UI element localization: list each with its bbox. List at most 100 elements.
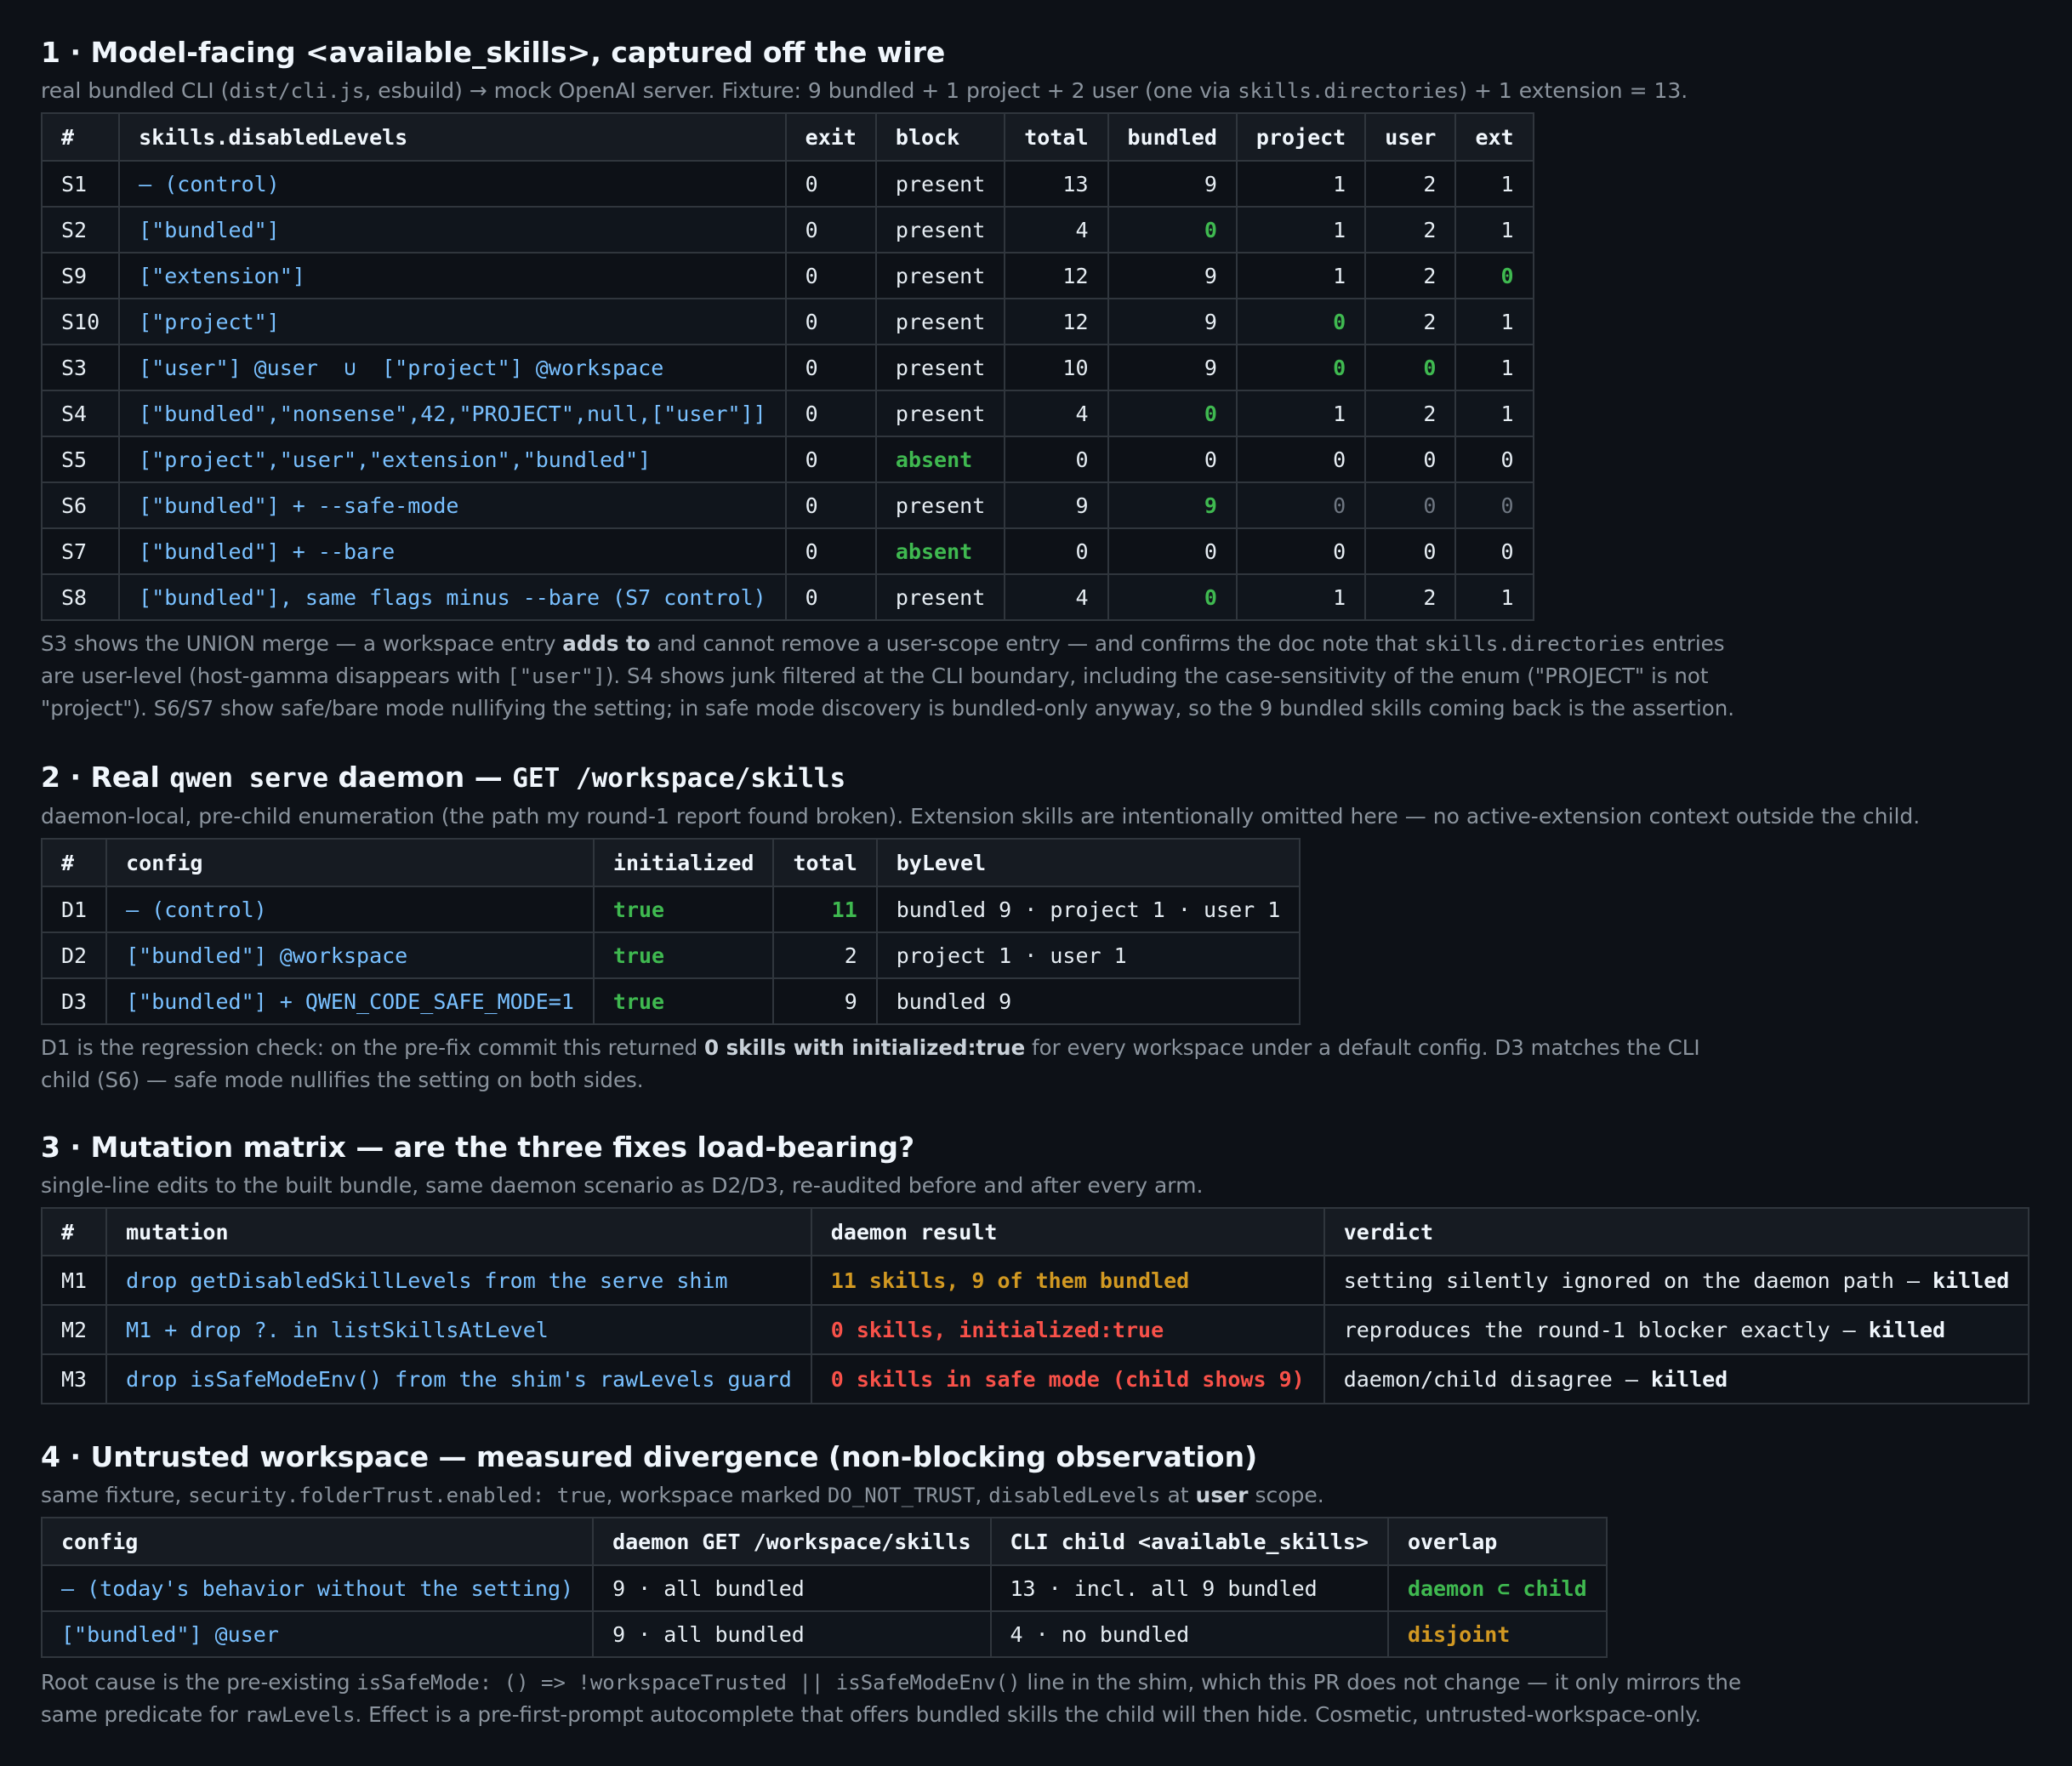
verdict-cell: daemon/child disagree – killed — [1323, 1353, 2030, 1404]
table-cell: S10 — [40, 298, 121, 345]
table-cell: ["user"] @user ∪ ["project"] @workspace — [118, 344, 787, 391]
sub-text: , esbuild) → mock OpenAI server. Fixture… — [364, 78, 1238, 103]
table-cell: ["bundled"] — [118, 206, 787, 254]
col-header: daemon result — [810, 1207, 1325, 1256]
table-header-row: # skills.disabledLevels exit block total… — [40, 112, 1534, 162]
title-text: 2 · Real — [41, 761, 170, 794]
table-cell: 9 — [1107, 252, 1238, 299]
table-row: S6 ["bundled"] + --safe-mode 0 present 9 9 0 0 0 — [40, 481, 1534, 529]
table-cell: absent — [874, 436, 1006, 483]
table-cell: ["bundled"] @workspace — [105, 931, 595, 979]
col-header: config — [40, 1517, 595, 1566]
section-1-subtitle: real bundled CLI (dist/cli.js, esbuild) … — [41, 77, 2031, 105]
table-cell: D3 — [40, 977, 108, 1025]
table-cell: present — [874, 481, 1006, 529]
table-row: M1 drop getDisabledSkillLevels from the s… — [40, 1255, 2030, 1306]
note-code: ["user"] — [507, 664, 606, 688]
section-3-subtitle: single-line edits to the built bundle, s… — [41, 1173, 1204, 1198]
table-cell: 13 · incl. all 9 bundled — [989, 1564, 1389, 1612]
table-cell: 1 — [1454, 298, 1534, 345]
table-row: S1– (control) 0 present 13 9 1 2 1 — [40, 160, 1534, 208]
note-text: S3 shows the UNION merge — a workspace e… — [41, 631, 563, 656]
section-daemon: 2 · Real qwen serve daemon — GET /worksp… — [40, 759, 2031, 1097]
col-header: byLevel — [875, 838, 1301, 887]
table-cell: bundled 9 — [875, 977, 1301, 1025]
table-cell: – (control) — [118, 160, 787, 208]
table-cell: S3 — [40, 344, 121, 391]
table-header-row: # config initialized total byLevel — [40, 838, 1301, 887]
table-cell: 0 — [1235, 344, 1367, 391]
table-cell: disjoint — [1386, 1610, 1608, 1658]
table-cell: 2 — [1364, 390, 1457, 437]
table-cell: 0 — [784, 160, 877, 208]
table-cell: S7 — [40, 527, 121, 575]
table-cell: 2 — [1364, 298, 1457, 345]
table-row: M3 drop isSafeModeEnv() from the shim's r… — [40, 1353, 2030, 1404]
sub-code: security.folderTrust.enabled: true — [188, 1484, 606, 1507]
table-cell: ["bundled"] @user — [40, 1610, 595, 1658]
table-cell: 4 · no bundled — [989, 1610, 1389, 1658]
table-cell: 0 — [1107, 573, 1238, 621]
section-2-title: 2 · Real qwen serve daemon — GET /worksp… — [41, 759, 2031, 797]
sub-text: scope. — [1248, 1483, 1324, 1507]
table-cell: present — [874, 160, 1006, 208]
sub-text: at — [1160, 1483, 1196, 1507]
table-cell: 9 — [772, 977, 878, 1025]
table-cell: 0 — [1107, 527, 1238, 575]
table-cell: 12 — [1004, 252, 1109, 299]
table-cell: S6 — [40, 481, 121, 529]
sub-code: DO_NOT_TRUST — [827, 1484, 976, 1507]
table-cell: 2 — [1364, 252, 1457, 299]
table-cell: 0 — [784, 344, 877, 391]
section-1-note: S3 shows the UNION merge — a workspace e… — [41, 628, 1742, 725]
table-cell: 0 — [784, 298, 877, 345]
section-2-subtitle: daemon-local, pre-child enumeration (the… — [41, 804, 1921, 829]
col-header: mutation — [105, 1207, 812, 1256]
section-untrusted: 4 · Untrusted workspace — measured diver… — [40, 1438, 2031, 1731]
note-code: rawLevels — [244, 1703, 356, 1727]
table-cell: 0 — [784, 390, 877, 437]
verdict-cell: setting silently ignored on the daemon p… — [1323, 1255, 2030, 1306]
col-header: total — [1004, 112, 1109, 162]
table-cell: true — [592, 931, 775, 979]
table-cell: 0 — [1235, 298, 1367, 345]
table-cell: 9 — [1107, 298, 1238, 345]
table-row: S8 ["bundled"], same flags minus --bare (… — [40, 573, 1534, 621]
col-header: skills.disabledLevels — [118, 112, 787, 162]
table-cell: true — [592, 977, 775, 1025]
table-cell: bundled 9 · project 1 · user 1 — [875, 886, 1301, 933]
col-header: config — [105, 838, 595, 887]
verdict-bold: killed — [1933, 1268, 2010, 1293]
table-cell: 12 — [1004, 298, 1109, 345]
table-cell: 0 — [784, 481, 877, 529]
table-row: M2 M1 + drop ?. in listSkillsAtLevel 0 ski… — [40, 1304, 2030, 1355]
table-cell: 10 — [1004, 344, 1109, 391]
sub-text: same fixture, — [41, 1483, 189, 1507]
col-header: overlap — [1386, 1517, 1608, 1566]
mutation-desc: M1 + drop ?. in listSkillsAtLevel — [105, 1304, 812, 1355]
table-cell: 9 · all bundled — [592, 1564, 992, 1612]
mutation-table: # mutation daemon result verdict M1 drop … — [40, 1207, 2030, 1404]
mutation-desc: drop isSafeModeEnv() from the shim's raw… — [105, 1353, 812, 1404]
table-cell: present — [874, 206, 1006, 254]
table-cell: ["extension"] — [118, 252, 787, 299]
col-header: daemon GET /workspace/skills — [592, 1517, 992, 1566]
table-row: S10 ["project"] 0 present 12 9 0 2 1 — [40, 298, 1534, 345]
table-cell: 1 — [1235, 390, 1367, 437]
col-header: ext — [1454, 112, 1534, 162]
table-row: D1– (control) true 11 bundled 9 · project 1… — [40, 886, 1301, 933]
section-4-title: 4 · Untrusted workspace — measured diver… — [41, 1440, 1258, 1473]
col-header: verdict — [1323, 1207, 2030, 1256]
table-cell: 0 — [1364, 436, 1457, 483]
sub-code: skills.directories — [1238, 79, 1460, 103]
col-header: bundled — [1107, 112, 1238, 162]
table-cell: 0 — [1235, 436, 1367, 483]
table-cell: S8 — [40, 573, 121, 621]
table-cell: 1 — [1235, 252, 1367, 299]
note-bold: adds to — [562, 631, 651, 656]
table-cell: D1 — [40, 886, 108, 933]
verdict-text: setting silently ignored on the daemon p… — [1343, 1268, 1933, 1293]
table-cell: true — [592, 886, 775, 933]
section-4-subtitle: same fixture, security.folderTrust.enabl… — [41, 1481, 2031, 1510]
table-cell: 9 — [1107, 344, 1238, 391]
